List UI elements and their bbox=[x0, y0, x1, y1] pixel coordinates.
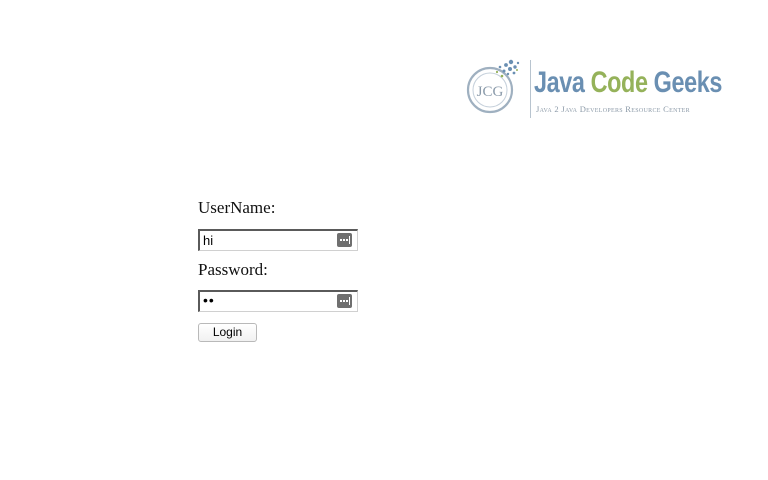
password-label: Password: bbox=[198, 260, 268, 279]
logo-monogram: JCG bbox=[477, 84, 504, 100]
logo-word-code: Code bbox=[590, 66, 648, 99]
jcg-logo-icon: JCG bbox=[466, 59, 520, 114]
username-label: UserName: bbox=[198, 198, 276, 217]
password-manager-key-icon[interactable] bbox=[337, 233, 352, 247]
username-field[interactable]: hi bbox=[198, 229, 358, 251]
password-manager-key-icon[interactable] bbox=[337, 294, 352, 308]
logo-word-geeks: Geeks bbox=[653, 66, 723, 99]
logo-divider bbox=[530, 60, 531, 118]
logo-wordmark: Java Code Geeks bbox=[534, 66, 722, 100]
login-button[interactable]: Login bbox=[198, 323, 257, 342]
password-field[interactable]: •• bbox=[198, 290, 358, 312]
logo-tagline: Java 2 Java Developers Resource Center bbox=[536, 104, 690, 114]
username-value: hi bbox=[203, 233, 214, 248]
password-value: •• bbox=[203, 292, 215, 308]
java-code-geeks-logo: JCG Java Code Geeks Java 2 Java Develope… bbox=[462, 54, 722, 124]
logo-word-java: Java bbox=[534, 66, 585, 99]
